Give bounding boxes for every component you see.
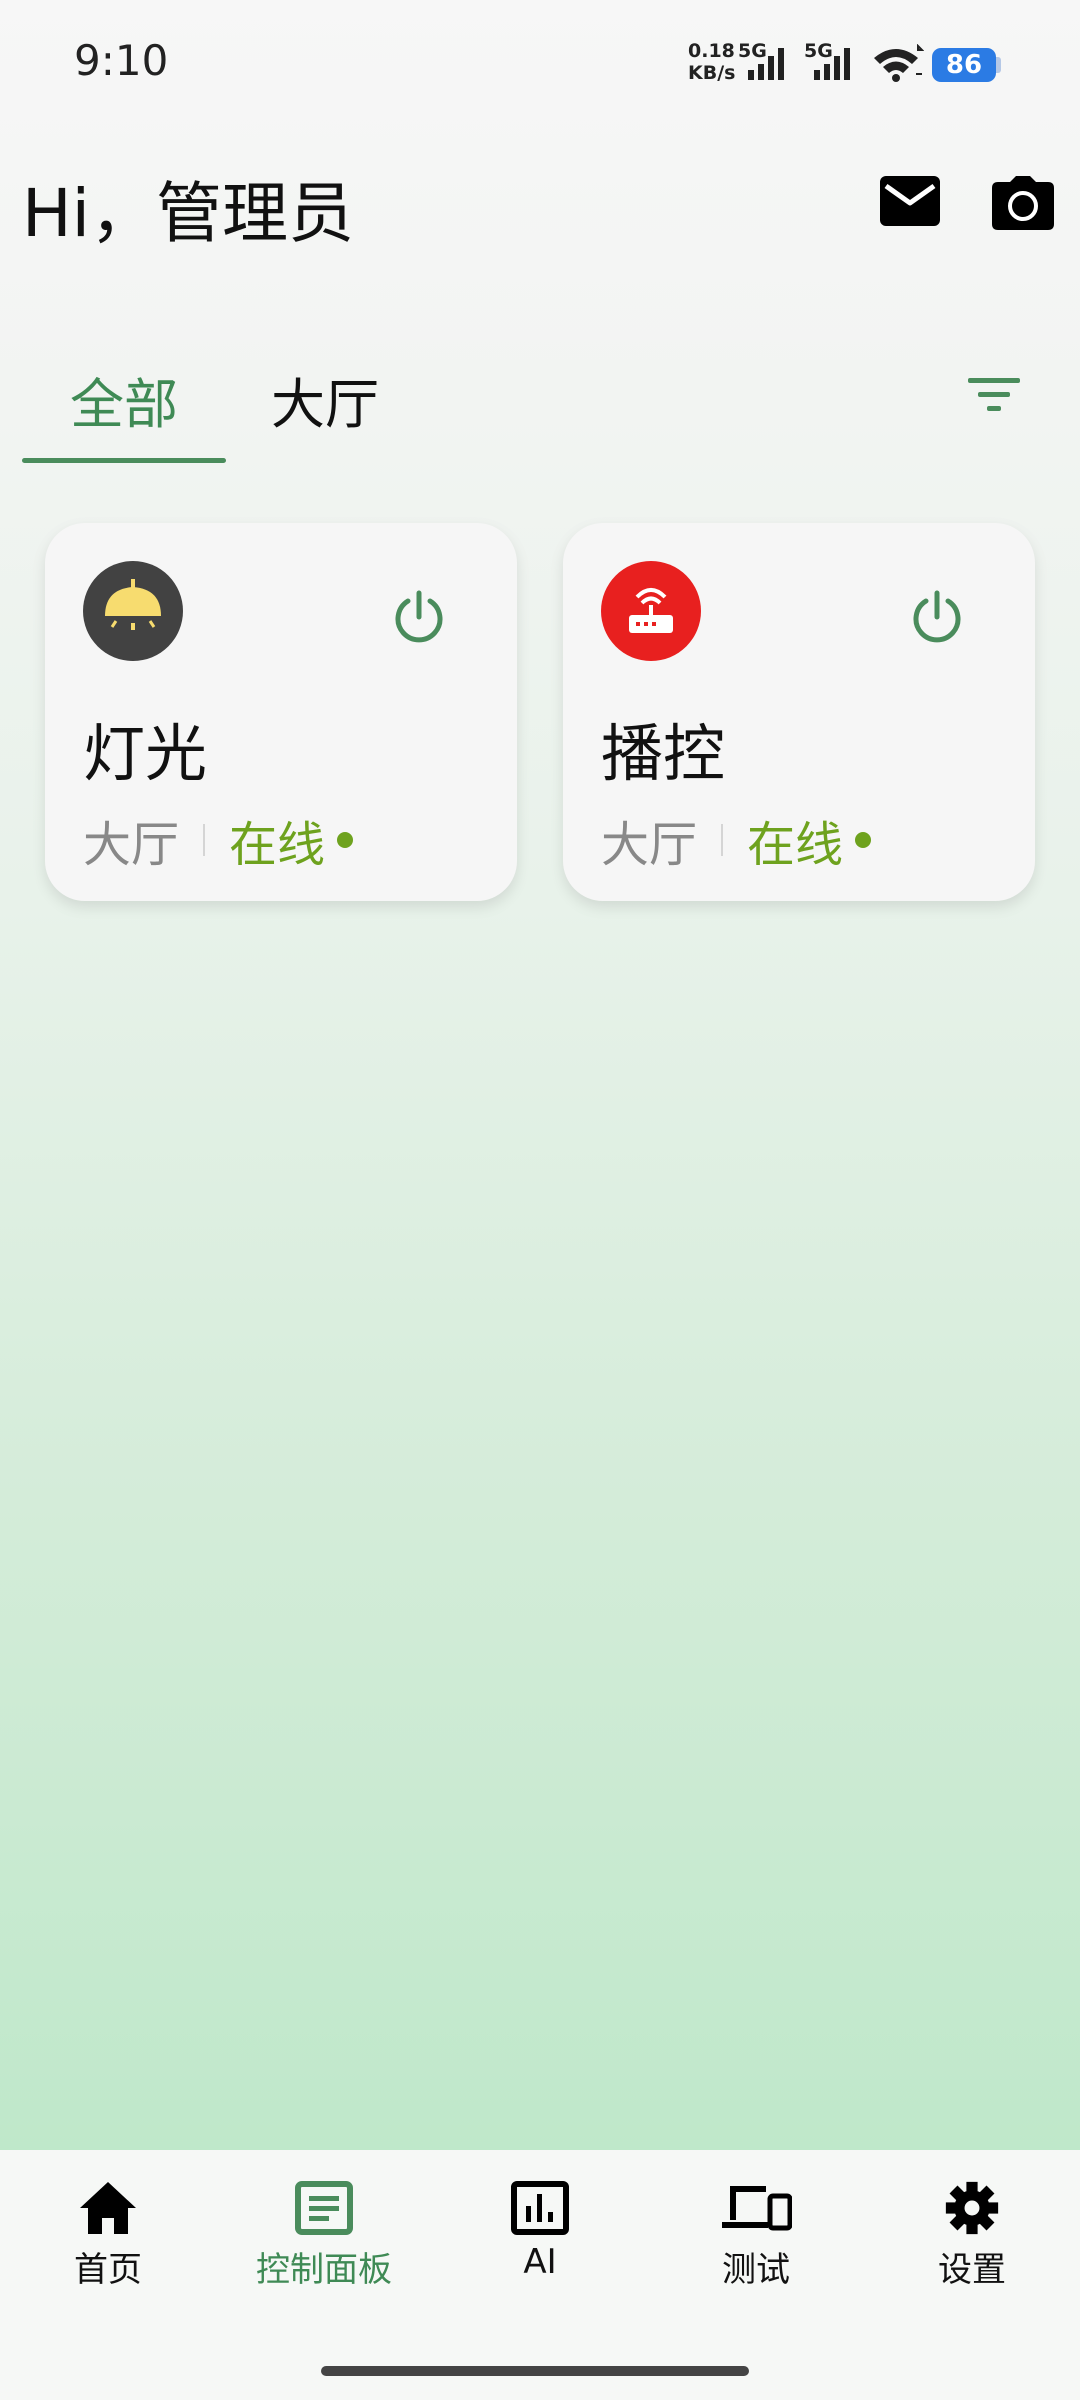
device-status: 在线 [747, 817, 844, 873]
nav-label: 控制面板 [256, 2250, 392, 2290]
nav-label: 首页 [74, 2250, 142, 2290]
chart-icon [511, 2181, 569, 2235]
battery-tip [996, 57, 1001, 73]
home-icon [80, 2182, 136, 2234]
nav-item-settings[interactable]: 设置 [864, 2180, 1080, 2330]
greeting-title: Hi，管理员 [22, 175, 354, 252]
device-name: 播控 [601, 717, 726, 790]
power-icon[interactable] [389, 587, 449, 647]
nav-label: 设置 [938, 2250, 1006, 2290]
panel-icon [295, 2181, 353, 2235]
lamp-icon [83, 561, 183, 661]
network-speed: 0.18 KB/s [688, 40, 736, 84]
device-meta: 大厅 在线 [83, 805, 354, 875]
signal-icon: 5G [804, 40, 852, 82]
tab-all[interactable]: 全部 [22, 360, 226, 439]
nav-label: AI [523, 2242, 557, 2282]
tab-hall[interactable]: 大厅 [250, 360, 400, 439]
divider [203, 824, 206, 856]
status-bar: 9:10 0.18 KB/s 5G 5G 86 [0, 0, 1080, 130]
battery-indicator: 86 [932, 48, 996, 82]
signal-icon: 5G [738, 40, 786, 82]
network-speed-unit: KB/s [688, 62, 736, 84]
device-name: 灯光 [83, 717, 208, 790]
device-meta: 大厅 在线 [601, 805, 872, 875]
filter-icon[interactable] [964, 364, 1024, 424]
router-icon [601, 561, 701, 661]
device-card-light[interactable]: 灯光 大厅 在线 [45, 523, 517, 901]
device-room: 大厅 [83, 817, 180, 873]
nav-item-ai[interactable]: AI [432, 2180, 648, 2330]
mail-icon[interactable] [880, 176, 944, 232]
gear-icon [945, 2181, 999, 2235]
home-indicator[interactable] [321, 2366, 749, 2376]
power-icon[interactable] [907, 587, 967, 647]
device-room: 大厅 [601, 817, 698, 873]
device-status: 在线 [229, 817, 326, 873]
nav-label: 测试 [722, 2250, 790, 2290]
tab-indicator [22, 458, 226, 463]
bottom-nav: 首页 控制面板 AI 测试 设置 [0, 2150, 1080, 2400]
device-card-playback[interactable]: 播控 大厅 在线 [563, 523, 1035, 901]
nav-item-test[interactable]: 测试 [648, 2180, 864, 2330]
devices-icon [722, 2186, 792, 2231]
camera-icon[interactable] [992, 176, 1056, 232]
divider [721, 824, 724, 856]
status-time: 9:10 [74, 36, 169, 85]
network-speed-value: 0.18 [688, 40, 735, 62]
online-dot [855, 832, 872, 848]
nav-item-control-panel[interactable]: 控制面板 [216, 2180, 432, 2330]
online-dot [337, 832, 354, 848]
nav-item-home[interactable]: 首页 [0, 2180, 216, 2330]
wifi-icon [872, 43, 925, 84]
